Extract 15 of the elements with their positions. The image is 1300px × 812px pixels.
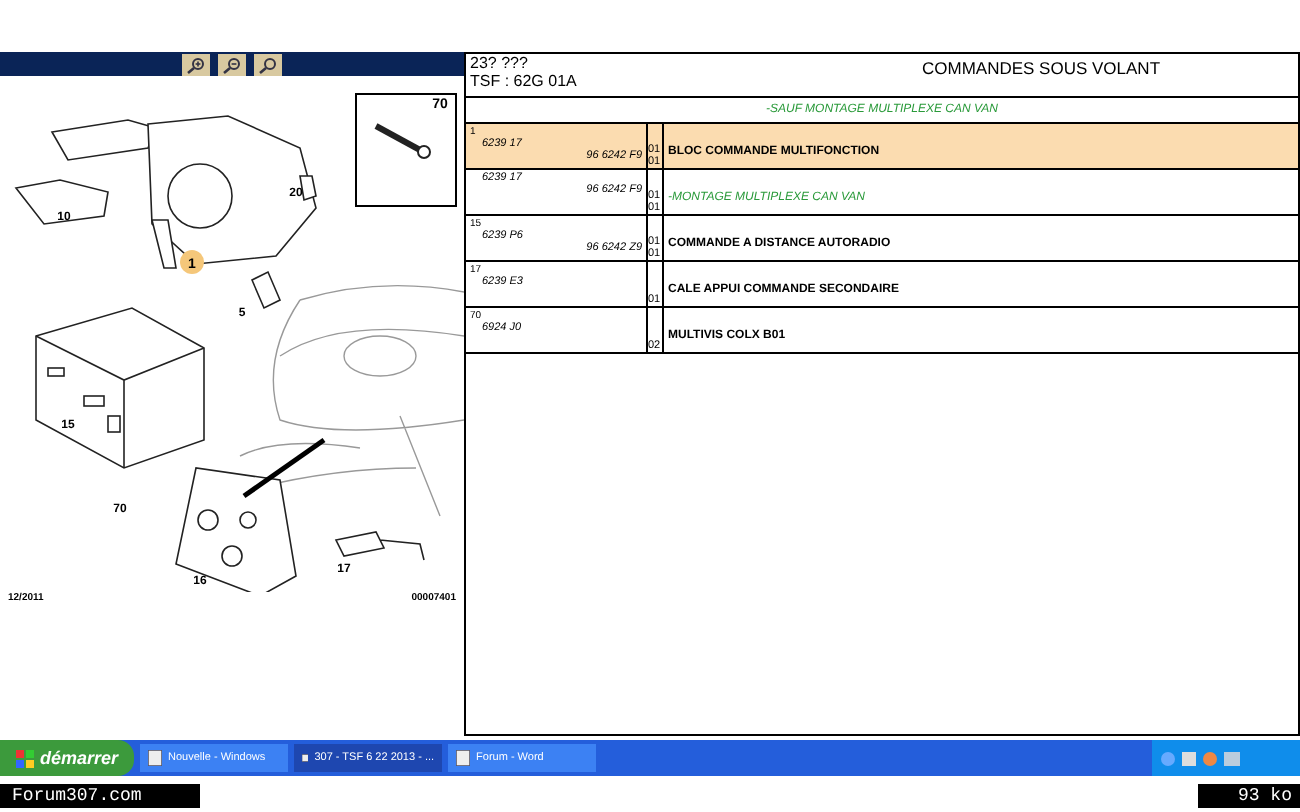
document-icon	[148, 750, 163, 766]
page-title: COMMANDES SOUS VOLANT	[922, 56, 1161, 82]
zoom-out-button[interactable]	[218, 53, 246, 75]
file-size: 93 ko	[1197, 784, 1300, 808]
document-icon	[456, 750, 471, 766]
document-icon	[302, 750, 309, 766]
screw-drawing	[355, 93, 457, 207]
zoom-in-button[interactable]	[182, 53, 210, 75]
connector-drawing	[335, 531, 425, 561]
zoom-fit-button[interactable]	[254, 53, 282, 75]
windows-logo-icon	[16, 749, 34, 767]
tsf-code: TSF : 62G 01A	[470, 72, 579, 90]
group-code: 23? ???	[470, 54, 530, 72]
start-button[interactable]: démarrer	[0, 740, 135, 776]
site-label: Forum307.com	[0, 784, 200, 808]
